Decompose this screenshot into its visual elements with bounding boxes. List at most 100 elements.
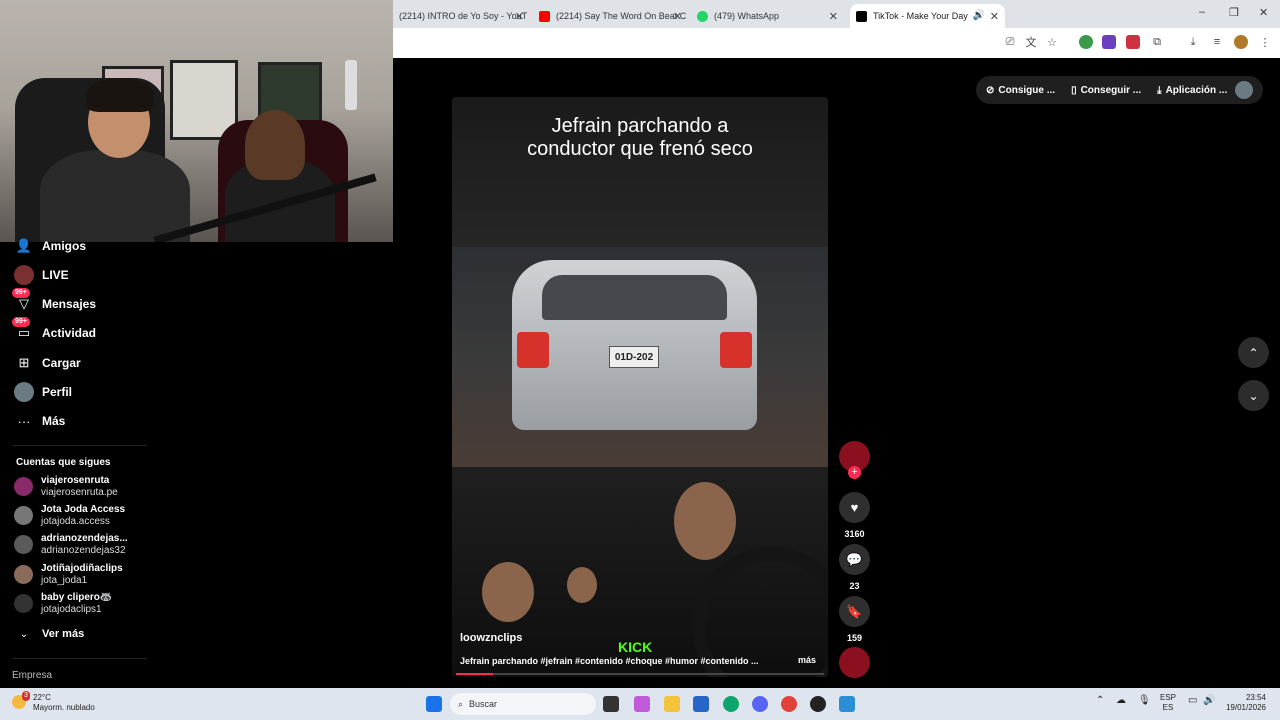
weather-widget[interactable]: 3 22°C Mayorm. nublado	[12, 691, 95, 713]
sidebar-item-messages[interactable]: ▽ 99+ Mensajes	[12, 288, 97, 315]
close-icon[interactable]: ✕	[990, 10, 999, 23]
sidebar: 👤 Amigos LIVE ▽ 99+ Mensajes ▭ 99+ Activid…	[0, 238, 160, 688]
bookmark-star-icon[interactable]: ☆	[1045, 35, 1059, 49]
restore-button[interactable]: ❐	[1229, 6, 1239, 19]
sidebar-item-more[interactable]: ··· Más	[14, 410, 66, 432]
top-action-bar: ⊘ Consigue ... ▯ Conseguir ... ⤓ Aplicación…	[976, 76, 1263, 104]
edge-icon[interactable]	[723, 696, 739, 712]
account-name: viajerosenruta	[41, 475, 110, 486]
puzzle-icon[interactable]: ⧉	[1150, 35, 1164, 49]
get-coins-label: Consigue ...	[998, 84, 1056, 96]
discord-icon[interactable]	[752, 696, 768, 712]
save-button[interactable]: 🔖 159	[838, 596, 871, 643]
app-download-button[interactable]: ⤓ Aplicación ...	[1157, 85, 1227, 96]
phone-icon: ▯	[1071, 84, 1077, 96]
get-coins-button[interactable]: ⊘ Consigue ...	[986, 85, 1055, 96]
activity-icon: ▭ 99+	[12, 317, 34, 343]
following-account[interactable]: viajerosenruta viajerosenruta.pe	[14, 475, 118, 499]
tail-light	[517, 332, 549, 368]
avatar[interactable]	[1235, 81, 1253, 99]
copilot-icon[interactable]	[634, 696, 650, 712]
task-view-icon[interactable]	[603, 696, 619, 712]
divider	[12, 445, 147, 446]
chevron-up-icon[interactable]: ⌃	[1096, 695, 1104, 706]
chrome-icon[interactable]	[781, 696, 797, 712]
taskbar-search[interactable]: ⌕ Buscar	[450, 693, 596, 715]
browser-tab-youtube-intro[interactable]: (2214) INTRO de Yo Soy - YouT ✕	[393, 4, 530, 28]
sidebar-item-label: Mensajes	[42, 297, 97, 311]
chevron-down-icon: ⌄	[19, 628, 29, 640]
browser-tab-whatsapp[interactable]: (479) WhatsApp ✕	[691, 4, 844, 28]
avatar	[14, 477, 33, 496]
close-window-button[interactable]: ✕	[1259, 6, 1268, 19]
more-button[interactable]: más	[798, 655, 816, 665]
search-icon: ⌕	[458, 698, 464, 709]
folder-icon[interactable]	[664, 696, 680, 712]
browser-tab-youtube-say-the-word[interactable]: (2214) Say The Word On Beat C ✕	[533, 4, 688, 28]
app-icon[interactable]	[839, 696, 855, 712]
display-icon[interactable]: ▭	[1188, 695, 1197, 706]
following-account[interactable]: Jotiñajodiñaclips jota_joda1	[14, 563, 123, 587]
video-progress-bar[interactable]	[456, 673, 824, 675]
install-icon[interactable]: ⎚	[1003, 35, 1017, 49]
badge: 99+	[12, 317, 30, 327]
previous-video-button[interactable]: ⌃	[1238, 337, 1269, 368]
media-icon[interactable]: ≡	[1210, 35, 1224, 49]
messages-icon: ▽ 99+	[12, 288, 34, 314]
following-title: Cuentas que sigues	[16, 457, 111, 468]
weather-badge: 3	[22, 691, 30, 701]
clock[interactable]: 23:54 19/01/2026	[1224, 693, 1266, 713]
video-author[interactable]: loowznclips	[460, 632, 522, 644]
live-icon	[14, 265, 34, 285]
comment-button[interactable]: 💬 23	[838, 544, 871, 591]
volume-icon[interactable]: 🔊	[1203, 695, 1215, 706]
sidebar-item-friends[interactable]: 👤 Amigos	[14, 235, 86, 257]
language-indicator[interactable]: ESP ES	[1160, 693, 1176, 713]
following-account[interactable]: adrianozendejas... adrianozendejas32	[14, 533, 128, 557]
get-app-button[interactable]: ▯ Conseguir ...	[1071, 85, 1141, 96]
video-player[interactable]: Jefrain parchando a conductor que frenó …	[452, 97, 828, 677]
extension-icon[interactable]	[1079, 35, 1093, 49]
menu-icon[interactable]: ⋮	[1258, 35, 1272, 49]
browser-toolbar: ⎚ 文 ☆ ⧉ ⤓ ≡ ⋮	[393, 28, 1280, 58]
browser-tab-strip: (2214) INTRO de Yo Soy - YouT ✕ (2214) S…	[393, 0, 1280, 28]
windows-taskbar: 3 22°C Mayorm. nublado ⌕ Buscar ⌃ ☁ 🎙 ES…	[0, 688, 1280, 720]
see-more-button[interactable]: ⌄ Ver más	[14, 623, 84, 645]
close-icon[interactable]: ✕	[515, 10, 524, 23]
close-icon[interactable]: ✕	[829, 10, 838, 23]
following-account[interactable]: Jota Joda Access jotajoda.access	[14, 504, 125, 528]
passenger	[567, 567, 597, 603]
extension-icon[interactable]	[1126, 35, 1140, 49]
chevron-down-icon: ⌄	[1248, 388, 1259, 403]
like-button[interactable]: ♥ 3160	[838, 492, 871, 539]
minimize-button[interactable]: –	[1199, 6, 1205, 18]
sidebar-item-profile[interactable]: Perfil	[14, 381, 72, 403]
speaker-icon[interactable]: 🔊	[973, 10, 985, 21]
follow-plus-icon[interactable]: +	[848, 466, 861, 479]
heart-icon: ♥	[839, 492, 870, 523]
following-account[interactable]: baby clipero🦝 jotajodaclips1	[14, 592, 112, 616]
shield-icon[interactable]	[1102, 35, 1116, 49]
download-icon[interactable]: ⤓	[1186, 35, 1200, 49]
browser-tab-tiktok[interactable]: TikTok - Make Your Day 🔊 ✕	[850, 4, 1005, 28]
friends-icon: 👤	[15, 238, 33, 253]
store-icon[interactable]	[693, 696, 709, 712]
profile-icon	[14, 382, 34, 402]
progress-fill	[456, 673, 493, 675]
translate-icon[interactable]: 文	[1024, 35, 1038, 49]
sidebar-item-upload[interactable]: ⊞ Cargar	[14, 352, 81, 374]
chevron-up-icon: ⌃	[1248, 345, 1259, 360]
sidebar-item-activity[interactable]: ▭ 99+ Actividad	[12, 317, 96, 344]
close-icon[interactable]: ✕	[673, 10, 682, 23]
windows-start-icon[interactable]	[426, 696, 442, 712]
like-count: 3160	[844, 529, 865, 539]
app-icon[interactable]	[810, 696, 826, 712]
music-disc-button[interactable]	[838, 647, 871, 678]
footer-link-company[interactable]: Empresa	[12, 670, 52, 681]
download-icon: ⤓	[1157, 84, 1162, 96]
avatar[interactable]	[1234, 35, 1248, 49]
sidebar-item-live[interactable]: LIVE	[14, 264, 69, 286]
next-video-button[interactable]: ⌄	[1238, 380, 1269, 411]
network-icon[interactable]: ☁	[1116, 695, 1126, 706]
microphone-icon[interactable]: 🎙	[1138, 695, 1151, 706]
